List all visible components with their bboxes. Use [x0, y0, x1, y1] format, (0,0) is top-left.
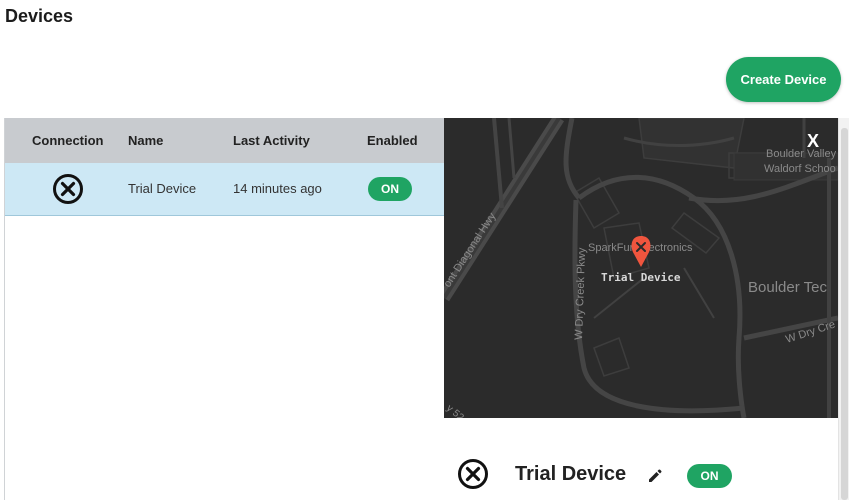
map-canvas: ont Diagonal Hwy W Dry Creek Pkwy W Dry … [444, 118, 838, 418]
map-label-boulder-valley: Boulder Valley [766, 148, 837, 160]
device-name-cell: Trial Device [128, 181, 197, 196]
create-device-button[interactable]: Create Device [726, 57, 841, 102]
column-header-connection[interactable]: Connection [32, 118, 104, 163]
map-label-diagonal-hwy: ont Diagonal Hwy [444, 210, 499, 289]
enabled-toggle[interactable]: ON [368, 177, 412, 201]
detail-enabled-toggle[interactable]: ON [687, 464, 732, 488]
page-title: Devices [5, 6, 74, 26]
device-map[interactable]: ont Diagonal Hwy W Dry Creek Pkwy W Dry … [444, 118, 838, 418]
device-detail-name: Trial Device [515, 463, 627, 485]
column-header-enabled[interactable]: Enabled [367, 118, 418, 163]
disconnected-icon [458, 459, 488, 489]
close-map-button[interactable]: X [804, 130, 822, 152]
map-label-waldorf: Waldorf Schoo [764, 163, 836, 175]
column-header-name[interactable]: Name [128, 118, 163, 163]
scrollbar-thumb[interactable] [841, 128, 848, 500]
last-activity-cell: 14 minutes ago [233, 181, 322, 196]
map-label-hwy-52: y 52 [444, 403, 466, 418]
map-label-boulder-tech: Boulder Tec [748, 279, 827, 296]
map-device-label: Trial Device [601, 271, 681, 284]
table-header: Connection Name Last Activity Enabled [5, 118, 444, 163]
column-header-last-activity[interactable]: Last Activity [233, 118, 310, 163]
panel-scrollbar[interactable] [838, 118, 849, 500]
edit-pencil-icon[interactable] [647, 468, 663, 484]
map-label-dry-creek-pkwy: W Dry Creek Pkwy [573, 247, 588, 340]
device-detail-panel: ont Diagonal Hwy W Dry Creek Pkwy W Dry … [444, 118, 838, 500]
table-row[interactable]: Trial Device 14 minutes ago ON [5, 163, 444, 216]
devices-table: Connection Name Last Activity Enabled Tr… [4, 118, 445, 500]
disconnected-icon [53, 174, 83, 204]
